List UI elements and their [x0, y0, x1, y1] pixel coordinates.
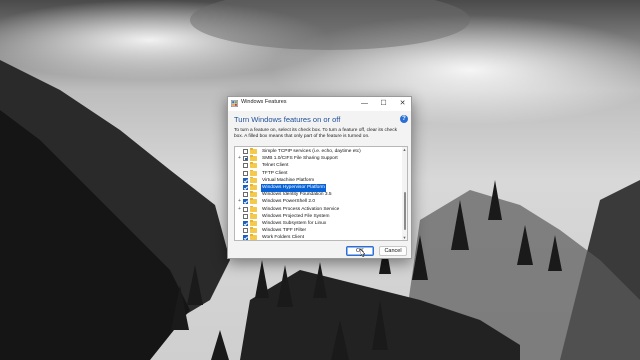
feature-checkbox[interactable]	[243, 177, 248, 183]
feature-label[interactable]: TFTP Client	[261, 170, 289, 178]
scroll-thumb[interactable]	[403, 192, 406, 230]
feature-row[interactable]: Windows Subsystem for Linux	[235, 220, 403, 228]
vertical-scrollbar[interactable]: ▲ ▼	[402, 147, 407, 240]
feature-checkbox[interactable]	[243, 185, 248, 190]
feature-label[interactable]: Windows PowerShell 2.0	[261, 198, 316, 206]
folder-icon	[250, 148, 257, 154]
description-text: To turn a feature on, select its check b…	[234, 128, 406, 140]
feature-checkbox[interactable]	[243, 156, 248, 162]
feature-checkbox[interactable]	[243, 228, 248, 234]
folder-icon	[250, 234, 257, 240]
feature-row[interactable]: Telnet Client	[235, 162, 403, 170]
folder-icon	[250, 212, 257, 219]
title-bar[interactable]: Windows Features — ☐ ✕	[228, 97, 411, 111]
folder-icon	[250, 184, 257, 190]
features-tree[interactable]: Work Folders Client Windows TIFF IFilter W…	[234, 146, 408, 241]
feature-label[interactable]: Simple TCPIP services (i.e. echo, daytim…	[261, 148, 362, 156]
expand-icon[interactable]: +	[237, 206, 242, 212]
feature-label[interactable]: Windows TIFF IFilter	[261, 227, 307, 235]
feature-checkbox[interactable]	[243, 163, 248, 169]
feature-row[interactable]: Work Folders Client	[235, 234, 403, 240]
feature-row[interactable]: Virtual Machine Platform	[235, 176, 403, 185]
feature-checkbox[interactable]	[243, 206, 248, 212]
close-button[interactable]: ✕	[393, 97, 412, 111]
folder-icon	[250, 169, 257, 176]
folder-icon	[250, 205, 257, 212]
feature-row[interactable]: + Windows PowerShell 2.0	[235, 198, 403, 206]
feature-row[interactable]: Windows Projected File System	[235, 212, 403, 221]
folder-icon	[250, 191, 257, 198]
feature-row[interactable]: Simple TCPIP services (i.e. echo, daytim…	[235, 148, 403, 156]
feature-checkbox[interactable]	[243, 235, 248, 240]
feature-label[interactable]: Windows Projected File System	[261, 213, 330, 221]
page-heading: Turn Windows features on or off	[234, 115, 341, 124]
feature-row[interactable]: Windows Hypervisor Platform	[235, 184, 403, 192]
feature-row[interactable]: Windows Identity Foundation 3.5	[235, 191, 403, 199]
feature-row[interactable]: + SMB 1.0/CIFS File Sharing Support	[235, 155, 403, 163]
feature-label[interactable]: Virtual Machine Platform	[261, 177, 315, 185]
feature-checkbox[interactable]	[243, 170, 248, 176]
feature-checkbox[interactable]	[243, 192, 248, 198]
folder-icon	[250, 227, 257, 234]
feature-row[interactable]: + Windows Process Activation Service	[235, 205, 403, 214]
windows-features-app-icon	[231, 100, 238, 107]
feature-label[interactable]: Windows Subsystem for Linux	[261, 220, 327, 228]
windows-features-dialog: Windows Features — ☐ ✕ Turn Windows feat…	[227, 96, 412, 259]
scroll-down-arrow-icon[interactable]: ▼	[402, 235, 407, 240]
cancel-button[interactable]: Cancel	[379, 246, 407, 256]
folder-icon	[250, 155, 257, 162]
folder-icon	[250, 162, 257, 169]
folder-icon	[250, 198, 257, 205]
feature-checkbox[interactable]	[243, 221, 248, 226]
feature-label[interactable]: SMB 1.0/CIFS File Sharing Support	[261, 155, 339, 163]
feature-label[interactable]: Windows Identity Foundation 3.5	[261, 191, 333, 199]
feature-label[interactable]: Windows Process Activation Service	[261, 206, 340, 214]
description-line: box. A filled box means that only part o…	[234, 134, 370, 140]
window-title: Windows Features	[241, 99, 287, 105]
feature-label[interactable]: Windows Hypervisor Platform	[261, 184, 326, 192]
maximize-button[interactable]: ☐	[374, 97, 393, 111]
folder-icon	[250, 176, 257, 183]
feature-checkbox[interactable]	[243, 213, 248, 219]
scroll-up-arrow-icon[interactable]: ▲	[402, 147, 407, 152]
feature-row[interactable]: Windows TIFF IFilter	[235, 227, 403, 235]
feature-row[interactable]: TFTP Client	[235, 169, 403, 178]
folder-icon	[250, 220, 257, 226]
feature-label[interactable]: Telnet Client	[261, 162, 289, 170]
help-icon[interactable]: ?	[400, 115, 408, 123]
feature-checkbox[interactable]	[243, 149, 248, 154]
mouse-cursor-icon	[360, 249, 366, 257]
feature-checkbox[interactable]	[243, 199, 248, 205]
feature-label[interactable]: Work Folders Client	[261, 234, 305, 240]
minimize-button[interactable]: —	[355, 97, 374, 111]
expand-icon[interactable]: +	[237, 156, 242, 161]
expand-icon[interactable]: +	[237, 199, 242, 204]
